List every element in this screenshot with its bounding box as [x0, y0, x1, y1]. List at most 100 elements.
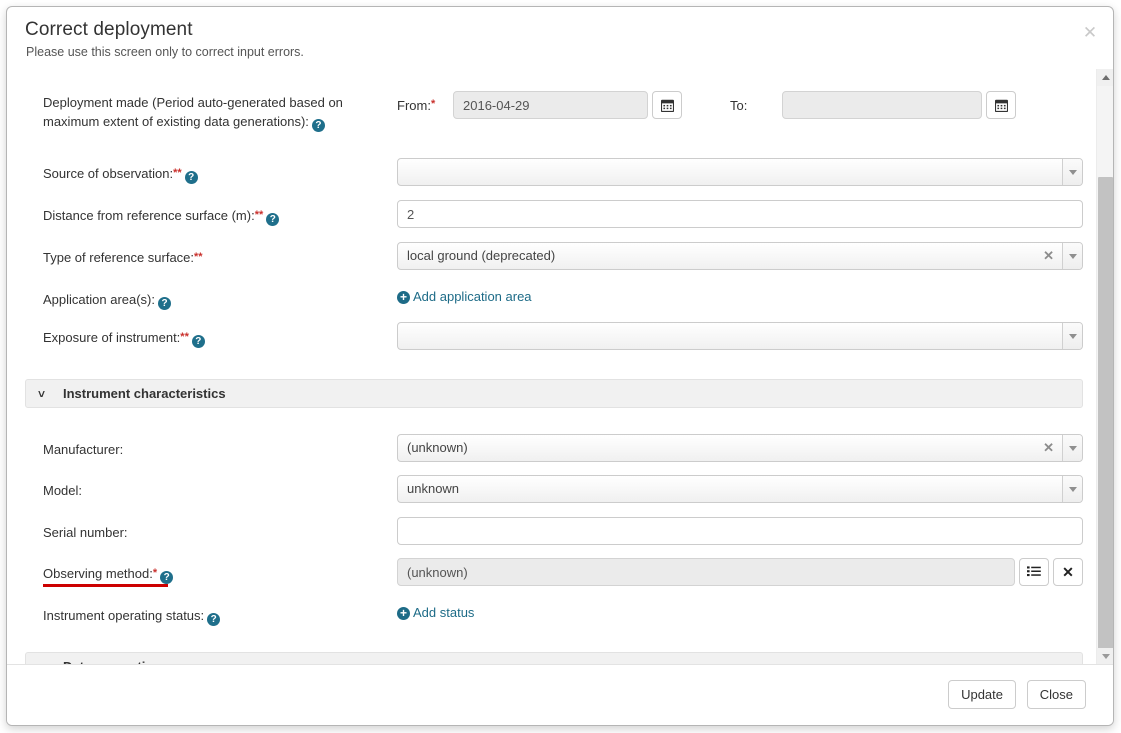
chevron-down-icon[interactable]	[1062, 243, 1082, 269]
required-marker: **	[194, 251, 203, 263]
list-icon[interactable]	[1019, 558, 1049, 586]
close-x-icon[interactable]: ✕	[1079, 22, 1101, 44]
source-of-observation-label: Source of observation:	[43, 166, 174, 181]
model-value: unknown	[407, 481, 460, 496]
add-status-label: Add status	[413, 605, 475, 620]
manufacturer-label: Manufacturer:	[43, 442, 124, 457]
instrument-operating-status-label-cell: Instrument operating status:?	[25, 600, 397, 626]
type-ref-surface-label-cell: Type of reference surface:**	[25, 242, 397, 267]
plus-circle-icon: +	[397, 606, 410, 620]
dialog-footer: Update Close	[7, 664, 1113, 725]
scrollbar-thumb[interactable]	[1098, 177, 1113, 665]
distance-label: Distance from reference surface (m):	[43, 208, 255, 223]
row-deployment-made: Deployment made (Period auto-generated b…	[7, 91, 1095, 132]
type-of-reference-surface-label: Type of reference surface:	[43, 250, 195, 265]
type-of-reference-surface-select[interactable]: local ground (deprecated) ✕	[397, 242, 1083, 270]
add-status-link[interactable]: + Add status	[397, 604, 474, 622]
update-button[interactable]: Update	[948, 680, 1016, 709]
plus-circle-icon: +	[397, 290, 410, 304]
instrument-operating-status-label: Instrument operating status:	[43, 608, 205, 623]
serial-number-input[interactable]	[397, 517, 1083, 545]
type-of-reference-surface-value: local ground (deprecated)	[407, 248, 556, 263]
row-observing-method: Observing method:*? (unknown) ✕	[7, 558, 1095, 587]
row-type-of-reference-surface: Type of reference surface:** local groun…	[7, 242, 1095, 270]
distance-label-cell: Distance from reference surface (m):**?	[25, 200, 397, 226]
row-exposure-of-instrument: Exposure of instrument:**?	[7, 322, 1095, 350]
required-marker: **	[254, 209, 264, 221]
to-label: To:	[730, 97, 748, 113]
manufacturer-select[interactable]: (unknown) ✕	[397, 434, 1083, 462]
application-areas-control: + Add application area	[397, 284, 1083, 306]
add-application-area-link[interactable]: + Add application area	[397, 288, 532, 306]
required-marker: *	[152, 567, 158, 579]
instrument-characteristics-title: Instrument characteristics	[63, 386, 226, 401]
clear-x-icon[interactable]: ✕	[1041, 243, 1062, 269]
manufacturer-label-cell: Manufacturer:	[25, 434, 397, 459]
validation-error-underline	[43, 584, 168, 587]
model-control: unknown	[397, 475, 1083, 503]
dialog-subtitle: Please use this screen only to correct i…	[26, 45, 304, 59]
observing-method-input[interactable]	[397, 558, 1015, 586]
close-button[interactable]: Close	[1026, 680, 1086, 709]
observing-method-label: Observing method:	[43, 566, 153, 581]
scroll-up-arrow-icon[interactable]	[1097, 69, 1113, 86]
row-serial-number: Serial number:	[7, 517, 1095, 545]
source-of-observation-label-cell: Source of observation:**?	[25, 158, 397, 184]
required-marker: **	[173, 167, 182, 179]
exposure-label-cell: Exposure of instrument:**?	[25, 322, 397, 348]
application-areas-label: Application area(s):	[43, 292, 155, 307]
chevron-down-icon[interactable]	[1062, 435, 1082, 461]
manufacturer-value: (unknown)	[407, 440, 468, 455]
model-label-cell: Model:	[25, 475, 397, 500]
help-icon[interactable]: ?	[266, 213, 280, 226]
from-required-star: *	[430, 97, 436, 110]
vertical-scrollbar[interactable]	[1096, 69, 1113, 665]
help-icon[interactable]: ?	[184, 171, 198, 184]
help-icon[interactable]: ?	[191, 335, 205, 348]
deployment-to-date-input[interactable]	[782, 91, 982, 119]
section-header-instrument-characteristics[interactable]: ˅ Instrument characteristics	[25, 379, 1083, 408]
model-label: Model:	[43, 483, 83, 498]
deployment-made-label-cell: Deployment made (Period auto-generated b…	[25, 91, 397, 132]
application-areas-label-cell: Application area(s):?	[25, 284, 397, 310]
page-title: Correct deployment	[25, 19, 193, 40]
exposure-of-instrument-label: Exposure of instrument:	[43, 330, 181, 345]
help-icon[interactable]: ?	[311, 119, 325, 132]
manufacturer-control: (unknown) ✕	[397, 434, 1083, 462]
serial-number-label: Serial number:	[43, 525, 128, 540]
help-icon[interactable]: ?	[158, 297, 171, 310]
correct-deployment-dialog: Correct deployment Please use this scree…	[6, 6, 1114, 726]
calendar-icon[interactable]	[652, 91, 682, 119]
add-application-area-label: Add application area	[413, 289, 532, 304]
serial-number-control	[397, 517, 1083, 545]
row-distance-from-reference-surface: Distance from reference surface (m):**?	[7, 200, 1095, 228]
chevron-down-icon: ˅	[38, 386, 46, 401]
row-application-areas: Application area(s):? + Add application …	[7, 284, 1095, 310]
scroll-down-arrow-icon[interactable]	[1097, 648, 1113, 665]
deployment-from-date-input[interactable]	[453, 91, 648, 119]
instrument-operating-status-control: + Add status	[397, 600, 1083, 622]
calendar-icon[interactable]	[986, 91, 1016, 119]
form-scroll-area: Deployment made (Period auto-generated b…	[7, 69, 1095, 665]
exposure-control	[397, 322, 1083, 350]
required-marker: **	[180, 331, 189, 343]
deployment-period-controls: From:* To:	[397, 91, 1083, 119]
exposure-of-instrument-select[interactable]	[397, 322, 1083, 350]
deployment-made-label: Deployment made (Period auto-generated b…	[43, 95, 343, 129]
chevron-down-icon[interactable]	[1062, 323, 1082, 349]
help-icon[interactable]: ?	[207, 613, 221, 626]
clear-x-icon[interactable]: ✕	[1041, 435, 1062, 461]
row-instrument-operating-status: Instrument operating status:? + Add stat…	[7, 600, 1095, 626]
dialog-body: Deployment made (Period auto-generated b…	[7, 69, 1113, 665]
help-icon[interactable]: ?	[160, 571, 174, 584]
source-of-observation-control	[397, 158, 1083, 186]
clear-x-icon[interactable]: ✕	[1053, 558, 1083, 586]
chevron-down-icon[interactable]	[1062, 476, 1082, 502]
chevron-down-icon[interactable]	[1062, 159, 1082, 185]
distance-input[interactable]	[397, 200, 1083, 228]
model-select[interactable]: unknown	[397, 475, 1083, 503]
row-source-of-observation: Source of observation:**?	[7, 158, 1095, 186]
observing-method-control: ✕	[397, 558, 1083, 586]
type-ref-surface-control: local ground (deprecated) ✕	[397, 242, 1083, 270]
source-of-observation-select[interactable]	[397, 158, 1083, 186]
